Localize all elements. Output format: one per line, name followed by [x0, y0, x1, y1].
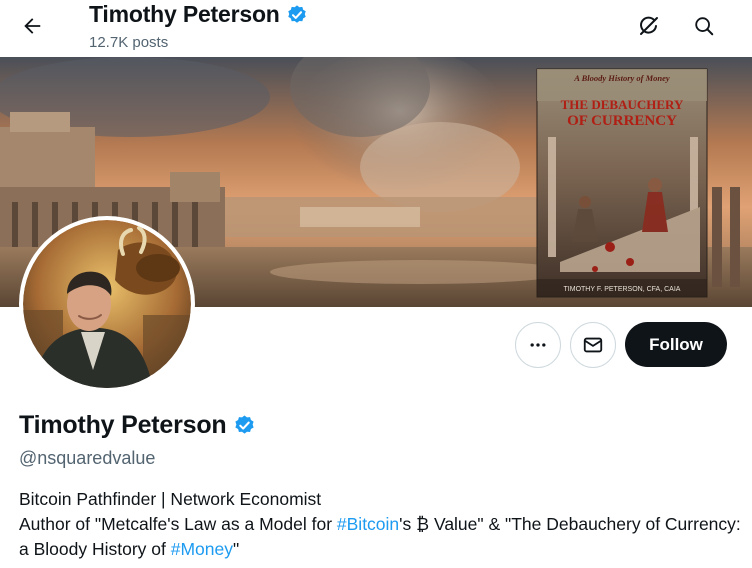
bio-line1: Bitcoin Pathfinder | Network Economist [19, 489, 322, 509]
profile-name: Timothy Peterson [19, 411, 227, 439]
profile-handle: @nsquaredvalue [19, 448, 156, 468]
bio-text: " [233, 539, 240, 559]
book-subtitle: A Bloody History of Money [573, 73, 670, 83]
header-title: Timothy Peterson [89, 1, 308, 28]
search-icon [695, 17, 714, 36]
arrow-left-icon [24, 18, 41, 34]
bio-text: Author of "Metcalfe's Law as a Model for [19, 514, 337, 534]
verified-badge-icon [287, 4, 306, 23]
search-button[interactable] [685, 7, 723, 45]
hashtag-money-link[interactable]: #Money [171, 539, 233, 559]
more-button[interactable] [515, 322, 561, 368]
verified-badge-icon[interactable] [233, 414, 256, 437]
avatar [23, 220, 191, 388]
book-title-line2: OF CURRENCY [567, 113, 677, 129]
profile-name-row: Timothy Peterson [19, 411, 256, 440]
profile-header-bar: Timothy Peterson 12.7K posts [0, 0, 752, 57]
grok-button[interactable] [630, 7, 668, 45]
profile-avatar[interactable] [19, 216, 195, 392]
follow-button[interactable]: Follow [625, 322, 727, 367]
hashtag-bitcoin-link[interactable]: #Bitcoin [337, 514, 399, 534]
back-button[interactable] [14, 8, 50, 44]
profile-bio: Bitcoin Pathfinder | Network Economist A… [19, 487, 744, 562]
more-icon [530, 343, 546, 347]
book-title-line1: THE DEBAUCHERY [561, 97, 684, 112]
bio-line2: Author of "Metcalfe's Law as a Model for… [19, 512, 744, 562]
envelope-icon [583, 337, 603, 353]
header-name: Timothy Peterson [89, 1, 280, 27]
message-button[interactable] [570, 322, 616, 368]
post-count: 12.7K posts [89, 34, 169, 51]
book-author: TIMOTHY F. PETERSON, CFA, CAIA [564, 286, 681, 293]
satellite-icon [640, 16, 658, 35]
